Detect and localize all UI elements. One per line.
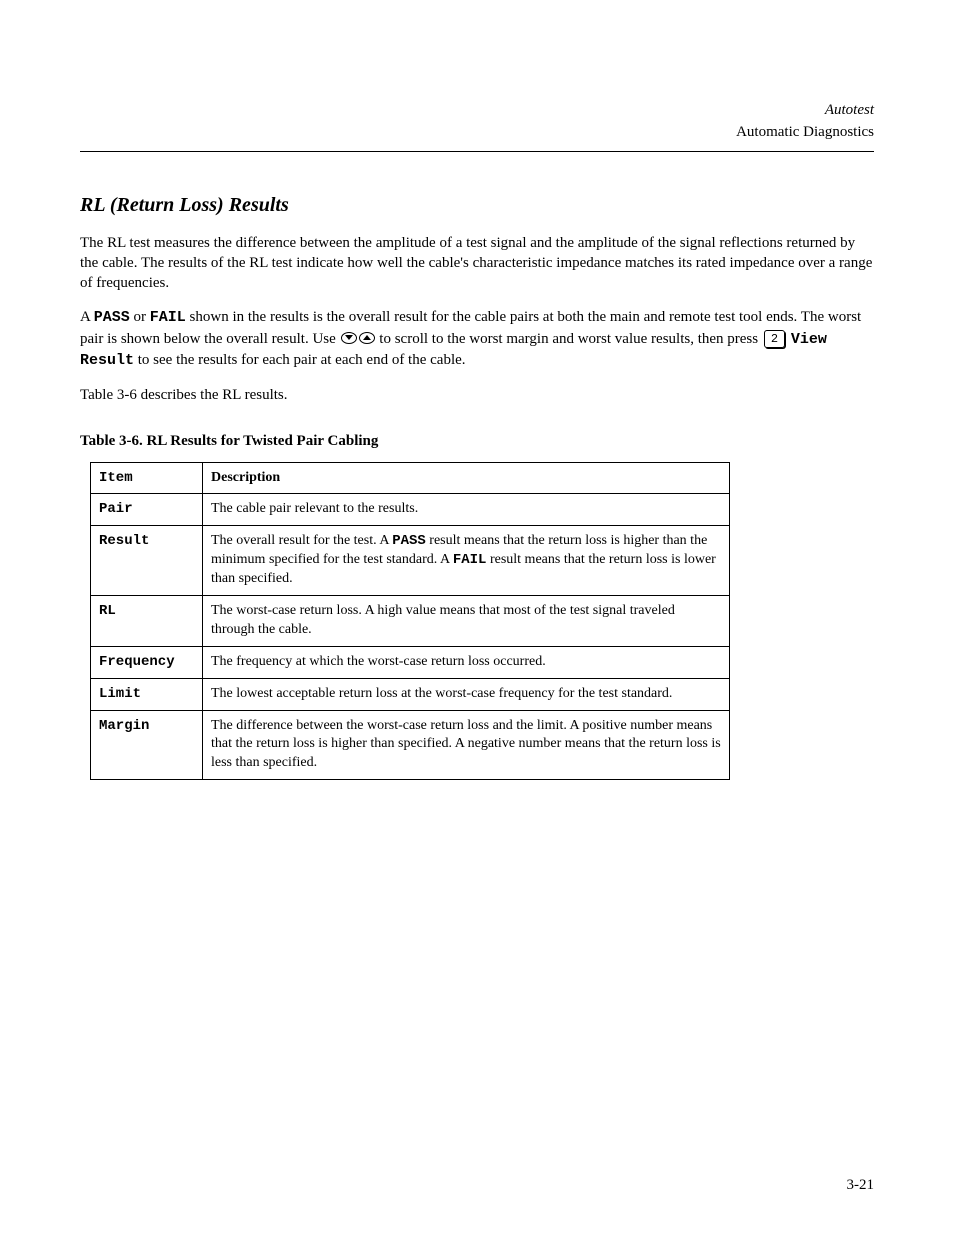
table-caption-text: Table 3-6. RL Results for Twisted Pair C… [80,433,378,449]
pass-label: PASS [94,309,130,326]
table-row: Limit The lowest acceptable return loss … [91,678,730,710]
table-lead-in: Table 3-6 describes the RL results. [80,385,874,405]
row-label-pair: Pair [91,494,203,526]
row-desc-result: The overall result for the test. A PASS … [203,526,730,596]
running-head-subtitle: Automatic Diagnostics [80,122,874,142]
table-row: Result The overall result for the test. … [91,526,730,596]
keycap-2: 2 [764,330,785,348]
fail-label: FAIL [150,309,186,326]
row-desc-pair: The cable pair relevant to the results. [203,494,730,526]
table-row: Frequency The frequency at which the wor… [91,646,730,678]
row-label-rl: RL [91,595,203,646]
table-row: Margin The difference between the worst-… [91,710,730,780]
paragraph-1: The RL test measures the difference betw… [80,233,874,294]
table-row: Pair The cable pair relevant to the resu… [91,494,730,526]
row-label-limit: Limit [91,678,203,710]
col-header-description: Description [203,462,730,494]
header-rule [80,151,874,152]
table-row: RL The worst-case return loss. A high va… [91,595,730,646]
col-header-item: Item [91,462,203,494]
rl-results-table: Item Description Pair The cable pair rel… [90,462,730,781]
row-desc-limit: The lowest acceptable return loss at the… [203,678,730,710]
down-arrow-icon [341,332,357,344]
page-number: 3-21 [847,1175,875,1195]
table-caption: Table 3-6. RL Results for Twisted Pair C… [80,431,874,451]
row-desc-frequency: The frequency at which the worst-case re… [203,646,730,678]
up-arrow-icon [359,332,375,344]
row-label-frequency: Frequency [91,646,203,678]
pass-inline: PASS [392,533,426,549]
running-head-title: Autotest [80,100,874,120]
p2-text-d: to scroll to the worst margin and worst … [376,331,762,347]
section-title: RL (Return Loss) Results [80,192,874,219]
row-desc-rl: The worst-case return loss. A high value… [203,595,730,646]
row-label-result: Result [91,526,203,596]
paragraph-2: A PASS or FAIL shown in the results is t… [80,307,874,371]
row-desc-margin: The difference between the worst-case re… [203,710,730,780]
p2-text-b: or [130,309,150,325]
p2-text-a: A [80,309,94,325]
result-desc-a: The overall result for the test. A [211,533,392,548]
table-header-row: Item Description [91,462,730,494]
p2-text-e: to see the results for each pair at each… [134,352,466,368]
page: Autotest Automatic Diagnostics RL (Retur… [0,0,954,1235]
row-label-margin: Margin [91,710,203,780]
fail-inline: FAIL [453,552,487,568]
